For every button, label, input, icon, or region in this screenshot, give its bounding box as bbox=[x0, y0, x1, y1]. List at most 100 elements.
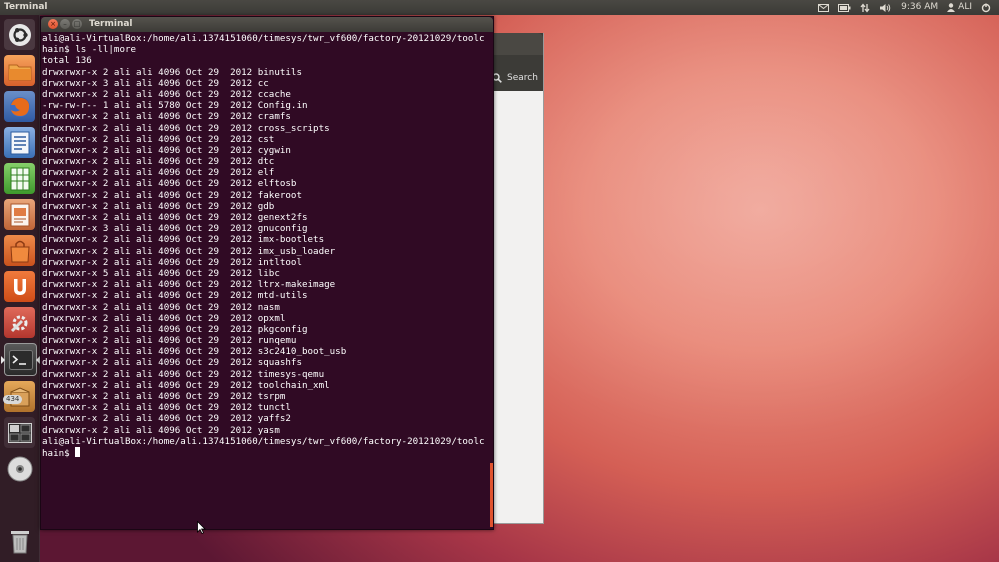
terminal-line: drwxrwxr-x 2 ali ali 4096 Oct 29 2012 ya… bbox=[42, 424, 280, 436]
ubuntu-one-icon bbox=[13, 278, 26, 295]
firefox-launcher[interactable] bbox=[4, 91, 35, 122]
network-indicator[interactable] bbox=[860, 2, 870, 13]
terminal-line: drwxrwxr-x 2 ali ali 4096 Oct 29 2012 na… bbox=[42, 301, 280, 313]
terminal-line: drwxrwxr-x 2 ali ali 4096 Oct 29 2012 ya… bbox=[42, 413, 291, 425]
terminal-line: drwxrwxr-x 2 ali ali 4096 Oct 29 2012 im… bbox=[42, 245, 336, 257]
envelope-icon bbox=[818, 3, 830, 12]
terminal-title: Terminal bbox=[89, 19, 133, 29]
mail-indicator[interactable] bbox=[818, 3, 830, 12]
terminal-line: ali@ali-VirtualBox:/home/ali.1374151060/… bbox=[42, 33, 485, 44]
terminal-line: drwxrwxr-x 2 ali ali 4096 Oct 29 2012 mt… bbox=[42, 290, 308, 302]
firefox-icon bbox=[9, 96, 30, 117]
terminal-line: hain$ ls -ll|more bbox=[42, 44, 137, 56]
terminal-line: drwxrwxr-x 2 ali ali 4096 Oct 29 2012 in… bbox=[42, 256, 302, 268]
trash-icon bbox=[10, 530, 29, 553]
terminal-line: drwxrwxr-x 2 ali ali 4096 Oct 29 2012 ti… bbox=[42, 368, 325, 380]
terminal-line: drwxrwxr-x 2 ali ali 4096 Oct 29 2012 cs… bbox=[42, 133, 275, 145]
unity-launcher: 434 bbox=[0, 15, 40, 562]
terminal-line: drwxrwxr-x 3 ali ali 4096 Oct 29 2012 gn… bbox=[42, 223, 308, 235]
terminal-line: drwxrwxr-x 2 ali ali 4096 Oct 29 2012 sq… bbox=[42, 357, 302, 369]
ubuntu-one-launcher[interactable] bbox=[4, 271, 35, 302]
terminal-launcher[interactable] bbox=[1, 343, 40, 376]
terminal-line: drwxrwxr-x 2 ali ali 4096 Oct 29 2012 el… bbox=[42, 167, 275, 179]
writer-launcher[interactable] bbox=[4, 127, 35, 158]
shopping-bag-icon bbox=[9, 240, 30, 262]
user-indicator[interactable]: ALI bbox=[947, 0, 972, 15]
terminal-output[interactable]: ali@ali-VirtualBox:/home/ali.1374151060/… bbox=[42, 33, 488, 527]
user-icon bbox=[947, 3, 956, 12]
software-center-launcher[interactable] bbox=[4, 235, 35, 266]
indicator-area: 9:36 AM ALI bbox=[818, 0, 991, 15]
terminal-prompt-icon bbox=[8, 349, 33, 370]
terminal-line: drwxrwxr-x 2 ali ali 4096 Oct 29 2012 fa… bbox=[42, 189, 302, 201]
active-app-title: Terminal bbox=[4, 2, 48, 12]
terminal-line: total 136 bbox=[42, 55, 92, 67]
minimize-icon: – bbox=[63, 20, 67, 28]
battery-indicator[interactable] bbox=[838, 3, 851, 12]
ubuntu-logo-icon bbox=[8, 23, 31, 46]
terminal-line: drwxrwxr-x 2 ali ali 4096 Oct 29 2012 bi… bbox=[42, 66, 302, 78]
text-cursor bbox=[75, 446, 81, 457]
close-icon: × bbox=[50, 20, 56, 28]
terminal-line: drwxrwxr-x 2 ali ali 4096 Oct 29 2012 to… bbox=[42, 379, 330, 391]
terminal-line: drwxrwxr-x 2 ali ali 4096 Oct 29 2012 lt… bbox=[42, 279, 336, 291]
minimize-button[interactable]: – bbox=[60, 19, 70, 29]
clock-indicator[interactable]: 9:36 AM bbox=[901, 0, 938, 15]
calc-launcher[interactable] bbox=[4, 163, 35, 194]
terminal-line: drwxrwxr-x 3 ali ali 4096 Oct 29 2012 cc bbox=[42, 77, 269, 89]
folder-icon bbox=[8, 64, 31, 80]
terminal-line: drwxrwxr-x 2 ali ali 4096 Oct 29 2012 im… bbox=[42, 234, 325, 246]
terminal-line: drwxrwxr-x 2 ali ali 4096 Oct 29 2012 ru… bbox=[42, 335, 297, 347]
dash-home-button[interactable] bbox=[4, 19, 35, 50]
terminal-line: drwxrwxr-x 5 ali ali 4096 Oct 29 2012 li… bbox=[42, 267, 280, 279]
close-button[interactable]: × bbox=[48, 19, 58, 29]
mouse-pointer-icon bbox=[197, 521, 206, 534]
terminal-line: drwxrwxr-x 2 ali ali 4096 Oct 29 2012 gd… bbox=[42, 200, 275, 212]
impress-launcher[interactable] bbox=[4, 199, 35, 230]
terminal-scrollbar[interactable] bbox=[490, 463, 493, 527]
window-controls: × – □ bbox=[48, 19, 82, 29]
terminal-line: drwxrwxr-x 2 ali ali 4096 Oct 29 2012 op… bbox=[42, 312, 286, 324]
user-name: ALI bbox=[958, 2, 972, 12]
session-indicator[interactable] bbox=[981, 3, 991, 13]
cd-drive-launcher[interactable] bbox=[4, 453, 35, 484]
search-label: Search bbox=[507, 73, 538, 83]
terminal-titlebar[interactable]: × – □ Terminal bbox=[41, 17, 493, 32]
background-window-titlebar bbox=[486, 33, 543, 55]
terminal-line: drwxrwxr-x 2 ali ali 4096 Oct 29 2012 cr… bbox=[42, 122, 330, 134]
terminal-window[interactable]: × – □ Terminal ali@ali-VirtualBox:/home/… bbox=[40, 16, 494, 530]
update-count-badge: 434 bbox=[3, 395, 23, 404]
battery-icon bbox=[838, 3, 851, 12]
workspaces-icon bbox=[7, 422, 32, 443]
top-panel: Terminal 9:36 AM ALI bbox=[0, 0, 999, 15]
wrench-gear-icon bbox=[10, 315, 27, 332]
network-arrows-icon bbox=[860, 2, 870, 13]
terminal-line: drwxrwxr-x 2 ali ali 4096 Oct 29 2012 ts… bbox=[42, 391, 286, 402]
sound-indicator[interactable] bbox=[879, 3, 892, 13]
terminal-line: drwxrwxr-x 2 ali ali 4096 Oct 29 2012 cy… bbox=[42, 144, 291, 156]
terminal-line: drwxrwxr-x 2 ali ali 4096 Oct 29 2012 pk… bbox=[42, 323, 308, 335]
terminal-line: drwxrwxr-x 2 ali ali 4096 Oct 29 2012 cr… bbox=[42, 111, 291, 123]
terminal-line: drwxrwxr-x 2 ali ali 4096 Oct 29 2012 tu… bbox=[42, 402, 291, 414]
system-settings-launcher[interactable] bbox=[4, 307, 35, 338]
terminal-line: ali@ali-VirtualBox:/home/ali.1374151060/… bbox=[42, 435, 485, 447]
trash-launcher[interactable] bbox=[4, 525, 35, 556]
terminal-line: hain$ bbox=[42, 446, 488, 459]
terminal-line: drwxrwxr-x 2 ali ali 4096 Oct 29 2012 dt… bbox=[42, 156, 275, 168]
terminal-line: drwxrwxr-x 2 ali ali 4096 Oct 29 2012 cc… bbox=[42, 88, 291, 100]
maximize-icon: □ bbox=[73, 20, 81, 28]
terminal-line: -rw-rw-r-- 1 ali ali 5780 Oct 29 2012 Co… bbox=[42, 100, 308, 112]
speaker-icon bbox=[880, 3, 891, 12]
terminal-line: drwxrwxr-x 2 ali ali 4096 Oct 29 2012 s3… bbox=[42, 346, 347, 358]
writer-icon bbox=[10, 131, 29, 154]
calc-icon bbox=[10, 167, 29, 190]
terminal-line: drwxrwxr-x 2 ali ali 4096 Oct 29 2012 ge… bbox=[42, 212, 308, 223]
cd-disc-icon bbox=[7, 456, 32, 481]
maximize-button[interactable]: □ bbox=[72, 19, 82, 29]
impress-icon bbox=[10, 203, 29, 226]
search-button[interactable]: Search bbox=[492, 73, 538, 83]
files-launcher[interactable] bbox=[4, 55, 35, 86]
workspace-switcher-launcher[interactable] bbox=[4, 417, 35, 448]
power-gear-icon bbox=[981, 3, 991, 12]
terminal-line: drwxrwxr-x 2 ali ali 4096 Oct 29 2012 el… bbox=[42, 178, 297, 190]
